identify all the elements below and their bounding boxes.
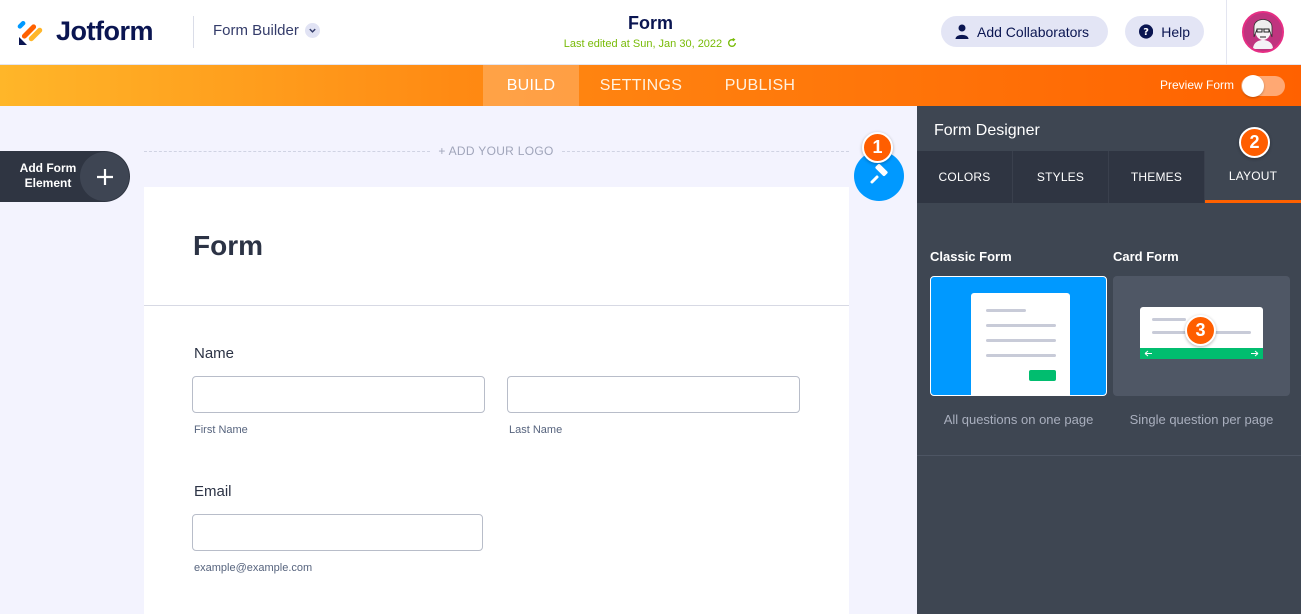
add-form-element-label-line1: Add Form xyxy=(19,161,77,175)
tab-layout[interactable]: LAYOUT xyxy=(1205,151,1301,203)
last-name-input[interactable] xyxy=(507,376,800,413)
tab-build[interactable]: BUILD xyxy=(483,65,579,106)
logo-divider-right xyxy=(562,151,849,152)
last-edited-info: Last edited at Sun, Jan 30, 2022 xyxy=(0,37,1301,50)
email-label[interactable]: Email xyxy=(194,483,232,500)
tab-publish[interactable]: PUBLISH xyxy=(714,65,806,106)
jotform-logo-icon xyxy=(17,20,43,45)
preview-form-toggle-knob[interactable] xyxy=(1242,75,1264,97)
last-edited-text: Last edited at Sun, Jan 30, 2022 xyxy=(563,38,723,50)
classic-form-description: All questions on one page xyxy=(943,412,1094,427)
classic-form-preview-icon xyxy=(971,293,1070,395)
first-name-input[interactable] xyxy=(192,376,485,413)
revision-history-icon[interactable] xyxy=(727,37,737,48)
step-badge-1: 1 xyxy=(862,132,893,163)
logo-divider-left xyxy=(144,151,430,152)
form-designer-title: Form Designer xyxy=(934,122,1040,139)
classic-form-option[interactable] xyxy=(930,276,1107,396)
user-icon xyxy=(955,24,969,39)
chevron-down-icon xyxy=(304,23,320,38)
paint-roller-icon xyxy=(870,164,888,184)
header-divider xyxy=(193,16,194,48)
add-collaborators-button[interactable]: Add Collaborators xyxy=(941,16,1108,47)
avatar-illustration-icon xyxy=(1244,13,1282,51)
tab-themes[interactable]: THEMES xyxy=(1109,151,1205,203)
form-card: Form Name First Name Last Name Email exa… xyxy=(144,187,849,614)
top-header: Jotform Form Builder Form Last edited at… xyxy=(0,0,1301,65)
svg-text:?: ? xyxy=(1143,27,1149,38)
plus-icon xyxy=(80,152,129,201)
help-label: Help xyxy=(1161,23,1190,40)
user-avatar[interactable] xyxy=(1242,11,1284,53)
first-name-sublabel: First Name xyxy=(194,424,248,436)
classic-form-title: Classic Form xyxy=(930,249,1012,264)
form-heading[interactable]: Form xyxy=(193,230,263,262)
name-label[interactable]: Name xyxy=(194,345,234,362)
card-form-title: Card Form xyxy=(1113,249,1179,264)
form-header-section[interactable]: Form xyxy=(144,187,849,306)
step-badge-2: 2 xyxy=(1239,127,1270,158)
brand-name: Jotform xyxy=(56,16,154,46)
email-sublabel: example@example.com xyxy=(194,562,313,574)
help-icon: ? xyxy=(1139,24,1154,39)
step-badge-3: 3 xyxy=(1185,315,1216,346)
add-your-logo-link[interactable]: + ADD YOUR LOGO xyxy=(430,144,562,158)
form-designer-panel: Form Designer COLORS STYLES THEMES LAYOU… xyxy=(917,106,1301,614)
form-builder-label: Form Builder xyxy=(213,22,299,39)
form-builder-menu[interactable]: Form Builder xyxy=(213,22,320,39)
add-form-element-button[interactable]: Add Form Element xyxy=(0,151,130,202)
email-input[interactable] xyxy=(192,514,483,551)
card-form-description: Single question per page xyxy=(1129,412,1274,427)
tab-styles[interactable]: STYLES xyxy=(1013,151,1109,203)
tab-settings[interactable]: SETTINGS xyxy=(590,65,692,106)
add-form-element-label-line2: Element xyxy=(24,176,72,190)
jotform-logo[interactable]: Jotform xyxy=(16,16,154,47)
help-button[interactable]: ? Help xyxy=(1125,16,1204,47)
header-divider-right xyxy=(1226,0,1227,65)
designer-tabs: COLORS STYLES THEMES LAYOUT xyxy=(917,151,1301,203)
add-form-element-label: Add Form Element xyxy=(12,161,84,191)
preview-form-label: Preview Form xyxy=(1160,78,1235,92)
panel-divider xyxy=(917,455,1301,456)
builder-nav-bar: BUILD SETTINGS PUBLISH Preview Form xyxy=(0,65,1301,106)
tab-colors[interactable]: COLORS xyxy=(917,151,1013,203)
add-collaborators-label: Add Collaborators xyxy=(977,23,1090,40)
last-name-sublabel: Last Name xyxy=(509,424,563,436)
